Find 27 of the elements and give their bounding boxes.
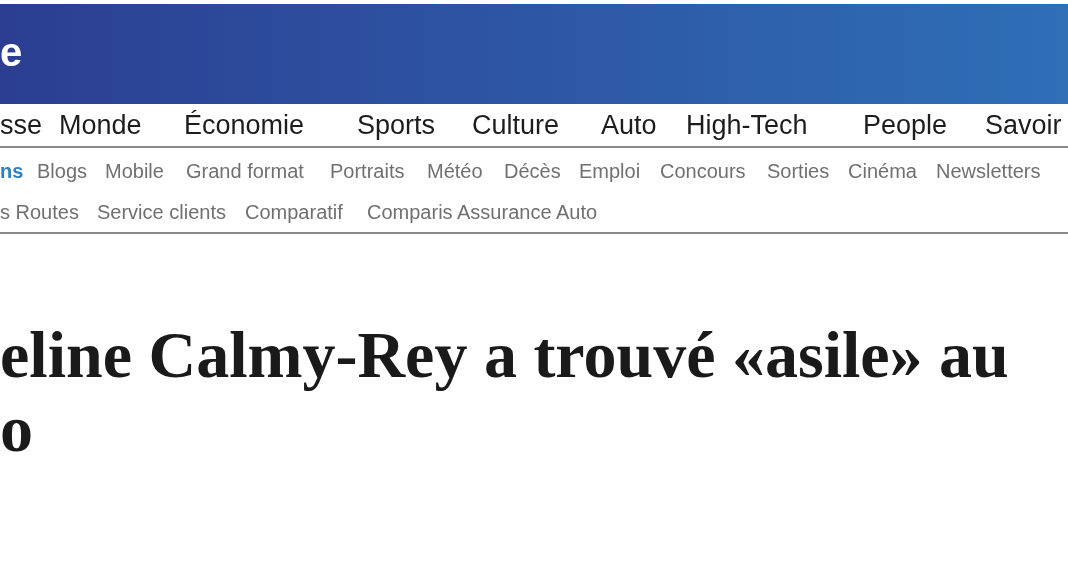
site-logo[interactable]: e: [0, 32, 23, 72]
subnav-link[interactable]: Mobile: [105, 160, 164, 182]
nav-link[interactable]: Auto: [601, 109, 657, 140]
subnav-link[interactable]: Grand format: [186, 160, 304, 182]
nav-link[interactable]: People: [863, 109, 948, 140]
nav-link[interactable]: Sports: [357, 109, 436, 140]
subnav-link[interactable]: Comparatif: [245, 201, 343, 223]
subnav-link[interactable]: Newsletters: [936, 160, 1041, 182]
subnav-link[interactable]: ns: [0, 160, 24, 182]
subnav-link[interactable]: Décès: [504, 160, 561, 182]
subnav-link[interactable]: Blogs: [37, 160, 88, 182]
subnav-link[interactable]: Météo: [427, 160, 483, 182]
subnav-link[interactable]: Portraits: [330, 160, 405, 182]
nav-link[interactable]: sse: [0, 109, 43, 140]
subnav-link[interactable]: Sorties: [767, 160, 830, 182]
nav-link[interactable]: Savoir: [985, 109, 1062, 140]
nav-link[interactable]: High-Tech: [686, 109, 808, 140]
subnav-link[interactable]: Service clients: [97, 201, 226, 223]
subnav-link[interactable]: s Routes: [0, 201, 79, 223]
subnav-link[interactable]: Concours: [660, 160, 746, 182]
nav-link[interactable]: Économie: [184, 109, 305, 140]
subnav-link[interactable]: Emploi: [579, 160, 641, 182]
subnav-link[interactable]: Comparis Assurance Auto: [367, 201, 598, 223]
nav-link[interactable]: Monde: [59, 109, 142, 140]
article-headline: eline Calmy-Rey a trouvé «asile» au o: [0, 318, 1010, 466]
nav-link[interactable]: Culture: [472, 109, 560, 140]
subnav-link[interactable]: Cinéma: [848, 160, 917, 182]
